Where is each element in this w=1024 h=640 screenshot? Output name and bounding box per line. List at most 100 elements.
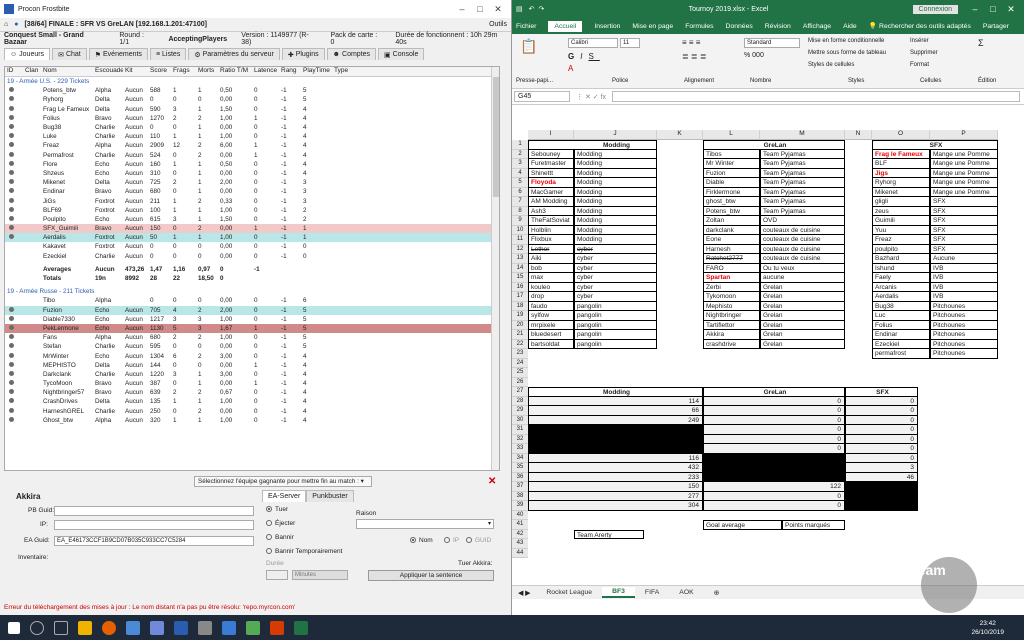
sum-icon[interactable]: Σ bbox=[978, 38, 984, 48]
clock[interactable]: 23:42 26/10/2019 bbox=[971, 619, 1004, 637]
menu-formules[interactable]: Formules bbox=[685, 23, 713, 30]
roster-cell[interactable]: couteaux de cuisine bbox=[760, 244, 845, 254]
row-header[interactable]: 16 bbox=[512, 282, 528, 292]
row-header[interactable]: 1 bbox=[512, 140, 528, 150]
ip-field[interactable] bbox=[54, 520, 254, 530]
col-clan[interactable]: Clan bbox=[23, 67, 41, 76]
roster-cell[interactable]: pangolin bbox=[574, 320, 657, 330]
score-cell[interactable]: 116 bbox=[528, 453, 703, 463]
roster-cell[interactable]: Ash3 bbox=[528, 206, 574, 216]
roster-cell[interactable]: SFX bbox=[930, 206, 998, 216]
roster-cell[interactable]: IVB bbox=[930, 292, 998, 302]
roster-cell[interactable]: kouleo bbox=[528, 282, 574, 292]
radio-nom[interactable] bbox=[410, 537, 416, 544]
player-row[interactable]: Stefan Charlie Aucun 595 0 0 0,00 0 -1 5 bbox=[5, 342, 499, 351]
firefox-icon[interactable] bbox=[102, 620, 116, 635]
roster-cell[interactable]: Modding bbox=[574, 149, 657, 159]
col-header[interactable]: I bbox=[528, 130, 574, 140]
roster-cell[interactable]: couteaux de cuisine bbox=[760, 235, 845, 245]
roster-cell[interactable]: bluedesert bbox=[528, 330, 574, 340]
roster-cell[interactable]: Bug38 bbox=[872, 301, 930, 311]
excel-maximize-icon[interactable]: □ bbox=[984, 4, 1002, 14]
action-tuer[interactable]: Tuer bbox=[266, 506, 288, 513]
roster-cell[interactable]: IVB bbox=[930, 273, 998, 283]
roster-cell[interactable]: Modding bbox=[574, 187, 657, 197]
menu-insertion[interactable]: Insertion bbox=[594, 23, 620, 30]
roster-cell[interactable]: Mange une Pomme bbox=[930, 187, 998, 197]
score-cell[interactable]: 0 bbox=[845, 396, 918, 406]
score-cell[interactable]: 3 bbox=[845, 463, 918, 473]
row-header[interactable]: 31 bbox=[512, 425, 528, 435]
roster-cell[interactable]: Grelan bbox=[760, 292, 845, 302]
insert-cells-button[interactable]: Insérer bbox=[910, 38, 929, 44]
col-morts[interactable]: Morts bbox=[196, 67, 218, 76]
roster-cell[interactable]: Grelan bbox=[760, 320, 845, 330]
font-select[interactable]: Calibri bbox=[568, 38, 618, 48]
row-header[interactable]: 12 bbox=[512, 244, 528, 254]
score-cell[interactable]: 0 bbox=[703, 434, 845, 444]
roster-cell[interactable]: Tibos bbox=[703, 149, 760, 159]
app-icon[interactable] bbox=[126, 620, 140, 635]
roster-cell[interactable]: couteaux de cuisine bbox=[760, 225, 845, 235]
roster-cell[interactable]: Fuzion bbox=[703, 168, 760, 178]
roster-cell[interactable]: Bazhard bbox=[872, 254, 930, 264]
roster-cell[interactable]: Modding bbox=[574, 235, 657, 245]
score-cell[interactable]: 122 bbox=[703, 482, 845, 492]
windows-start-icon[interactable] bbox=[8, 621, 20, 634]
score-header[interactable]: GreLan bbox=[703, 387, 845, 397]
tab-parametres[interactable]: ⚙ Paramètres du serveur bbox=[188, 48, 280, 60]
opt-guid[interactable]: GUID bbox=[466, 537, 491, 544]
roster-cell[interactable]: Grelan bbox=[760, 282, 845, 292]
roster-cell[interactable]: Zoltan bbox=[703, 216, 760, 226]
roster-cell[interactable]: Endinar bbox=[872, 330, 930, 340]
tab-punkbuster[interactable]: Punkbuster bbox=[306, 490, 354, 502]
roster-cell[interactable]: Diable bbox=[703, 178, 760, 188]
formula-buttons[interactable]: ⋮ ✕ ✓ fx bbox=[576, 93, 606, 101]
roster-cell[interactable]: Furetmaster bbox=[528, 159, 574, 169]
player-row[interactable]: PekLermone Echo Aucun 1130 5 3 1,67 1 -1 5 bbox=[5, 323, 499, 334]
tell-me-search[interactable]: 💡 Rechercher des outils adaptés bbox=[869, 22, 971, 30]
col-header[interactable]: L bbox=[703, 130, 760, 140]
menu-donnees[interactable]: Données bbox=[726, 23, 753, 30]
row-header[interactable]: 2 bbox=[512, 149, 528, 159]
roster-cell[interactable]: mrpixele bbox=[528, 320, 574, 330]
roster-cell[interactable]: Jigs bbox=[872, 168, 930, 178]
row-header[interactable]: 17 bbox=[512, 292, 528, 302]
player-row[interactable]: MrWinter Echo Aucun 1304 6 2 3,00 0 -1 4 bbox=[5, 351, 499, 360]
task-view-icon[interactable] bbox=[54, 620, 68, 635]
player-row[interactable]: Fuzion Echo Aucun 705 4 2 2,00 0 -1 5 bbox=[5, 305, 499, 315]
roster-cell[interactable]: poulpito bbox=[872, 244, 930, 254]
row-header[interactable]: 6 bbox=[512, 187, 528, 197]
roster-cell[interactable]: Pitchounes bbox=[930, 320, 998, 330]
roster-cell[interactable]: Pitchounes bbox=[930, 311, 998, 321]
roster-cell[interactable]: Frag le Fameux bbox=[872, 149, 930, 159]
goal-average-label[interactable]: Goal average bbox=[703, 520, 782, 530]
roster-cell[interactable]: darkclank bbox=[703, 225, 760, 235]
col-playtime[interactable]: PlayTime bbox=[301, 67, 332, 76]
menu-mise-en-page[interactable]: Mise en page bbox=[632, 23, 673, 30]
grelan-title[interactable]: GreLan bbox=[703, 140, 845, 150]
col-ratio[interactable]: Ratio T/M bbox=[218, 67, 252, 76]
roster-cell[interactable]: cyber bbox=[574, 254, 657, 264]
col-id[interactable]: ID bbox=[5, 67, 23, 76]
roster-cell[interactable]: cyber bbox=[574, 244, 657, 254]
roster-cell[interactable]: Grelan bbox=[760, 339, 845, 349]
roster-cell[interactable]: Pitchounes bbox=[930, 330, 998, 340]
player-row[interactable]: Flore Echo Aucun 160 1 1 0,50 0 -1 4 bbox=[5, 160, 499, 169]
menu-affichage[interactable]: Affichage bbox=[803, 23, 831, 30]
player-row[interactable]: JiGs Foxtrot Aucun 211 1 2 0,33 0 -1 3 bbox=[5, 196, 499, 205]
team-header[interactable]: 19 - Armée Russe - 211 Tickets bbox=[5, 287, 499, 296]
player-row[interactable]: Potens_btw Alpha Aucun 588 1 1 0,50 0 -1 5 bbox=[5, 86, 499, 95]
roster-cell[interactable]: Mange une Pomme bbox=[930, 168, 998, 178]
player-row[interactable]: TycoMoon Bravo Aucun 387 0 1 0,00 1 -1 4 bbox=[5, 379, 499, 388]
roster-cell[interactable]: pangolin bbox=[574, 339, 657, 349]
roster-cell[interactable]: bob bbox=[528, 263, 574, 273]
ea-guid-field[interactable]: EA_E46173CCF1B9CD07B035C933CC7C5284 bbox=[54, 536, 254, 546]
roster-cell[interactable]: Potens_btw bbox=[703, 206, 760, 216]
roster-cell[interactable]: Faely bbox=[872, 273, 930, 283]
player-row[interactable]: Poulpito Echo Aucun 615 3 1 1,50 0 -1 2 bbox=[5, 215, 499, 224]
name-box[interactable]: G45 bbox=[514, 91, 570, 102]
radio-tuer[interactable] bbox=[266, 506, 272, 513]
excel-minimize-icon[interactable]: – bbox=[966, 4, 984, 14]
roster-cell[interactable]: IVB bbox=[930, 263, 998, 273]
